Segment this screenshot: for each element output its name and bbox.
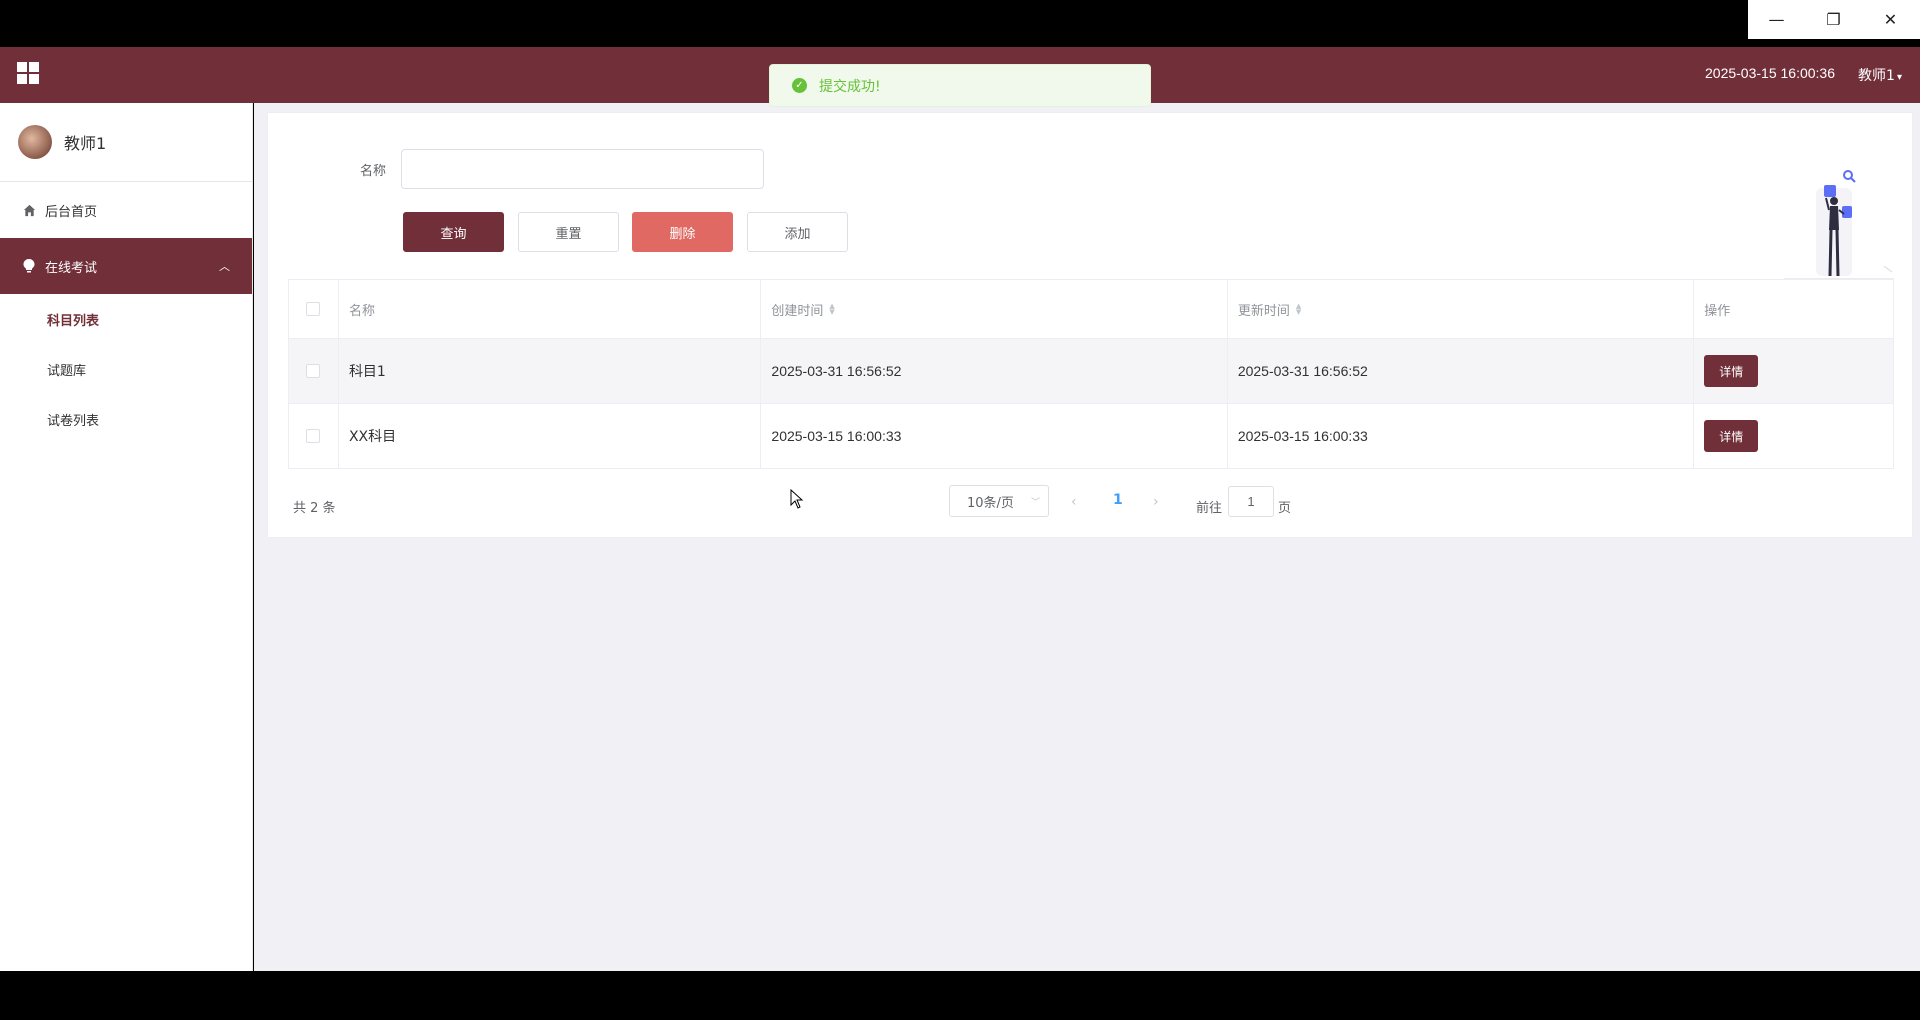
sidebar-username: 教师1 — [64, 134, 107, 153]
column-header-actions: 操作 — [1704, 303, 1731, 319]
sidebar-item-label: 后台首页 — [45, 204, 98, 220]
mouse-cursor-icon — [790, 489, 804, 509]
column-header-name: 名称 — [339, 280, 762, 338]
chevron-down-icon: ▾ — [1896, 72, 1902, 83]
content-card: 名称 查询 重置 删除 添加 名称 创建时间 ▲ ▼ 更新时间 ▲ ▼ 操作 科… — [267, 112, 1913, 538]
table-row[interactable]: XX科目 2025-03-15 16:00:33 2025-03-15 16:0… — [289, 404, 1893, 469]
goto-page-input[interactable] — [1228, 486, 1274, 517]
column-header-created[interactable]: 创建时间 ▲ ▼ — [761, 280, 1228, 338]
search-label: 名称 — [360, 164, 387, 179]
sidebar-user: 教师1 — [0, 103, 252, 182]
cell-updated: 2025-03-31 16:56:52 — [1228, 339, 1695, 403]
add-button[interactable]: 添加 — [747, 212, 848, 252]
header-datetime: 2025-03-15 16:00:36 — [1705, 65, 1835, 81]
cell-created: 2025-03-15 16:00:33 — [761, 404, 1228, 468]
cell-actions: 详情 — [1694, 404, 1893, 468]
goto-label: 前往 — [1196, 501, 1223, 516]
window-title-bar: — ❐ ✕ — [0, 0, 1920, 47]
table-header: 名称 创建时间 ▲ ▼ 更新时间 ▲ ▼ 操作 — [289, 280, 1893, 339]
goto-unit: 页 — [1278, 501, 1292, 516]
query-button[interactable]: 查询 — [403, 212, 504, 252]
row-checkbox-cell — [289, 404, 339, 468]
sidebar-item-home[interactable]: 后台首页 — [0, 182, 252, 238]
column-header-label: 更新时间 — [1237, 303, 1290, 319]
sort-icon[interactable]: ▲ ▼ — [1296, 303, 1301, 316]
sidebar-item-label: 在线考试 — [45, 260, 98, 276]
avatar — [18, 125, 52, 159]
cell-name: XX科目 — [339, 404, 762, 468]
delete-button[interactable]: 删除 — [632, 212, 733, 252]
row-checkbox[interactable] — [306, 429, 321, 443]
cell-actions: 详情 — [1694, 339, 1893, 403]
row-checkbox-cell — [289, 339, 339, 403]
next-page-button[interactable]: › — [1153, 494, 1159, 510]
column-header-label: 创建时间 — [771, 303, 824, 319]
minimize-button[interactable]: — — [1748, 0, 1805, 39]
sidebar-subitem-question-bank[interactable]: 试题库 — [0, 344, 252, 394]
restore-button[interactable]: ❐ — [1805, 0, 1862, 39]
reset-button[interactable]: 重置 — [518, 212, 619, 252]
sidebar-item-online-exam[interactable]: 在线考试 ︿ — [0, 238, 252, 294]
sidebar: 教师1 后台首页 在线考试 ︿ 科目列表 试题库 试卷列表 — [0, 103, 253, 971]
bottom-bar — [0, 971, 1920, 1020]
header-checkbox-cell — [289, 280, 339, 338]
chevron-up-icon: ︿ — [219, 260, 230, 273]
main-content: 名称 查询 重置 删除 添加 名称 创建时间 ▲ ▼ 更新时间 ▲ ▼ 操作 科… — [254, 103, 1920, 971]
name-search-input[interactable] — [401, 149, 764, 189]
detail-button[interactable]: 详情 — [1704, 355, 1759, 387]
sort-icon[interactable]: ▲ ▼ — [829, 303, 834, 316]
apps-grid-icon[interactable] — [17, 62, 39, 84]
cell-updated: 2025-03-15 16:00:33 — [1228, 404, 1695, 468]
pagination-total: 共 2 条 — [293, 501, 336, 516]
prev-page-button[interactable]: ‹ — [1071, 494, 1077, 510]
cell-name: 科目1 — [339, 339, 762, 403]
page-size-select[interactable]: 10条/页 ﹀ — [949, 485, 1049, 517]
column-header-updated[interactable]: 更新时间 ▲ ▼ — [1228, 280, 1695, 338]
detail-button[interactable]: 详情 — [1704, 420, 1759, 452]
chevron-down-icon: ﹀ — [1030, 498, 1040, 508]
user-menu[interactable]: 教师1 ▾ — [1858, 65, 1902, 85]
search-illustration — [1784, 170, 1894, 280]
table-row[interactable]: 科目1 2025-03-31 16:56:52 2025-03-31 16:56… — [289, 339, 1893, 404]
sidebar-subitem-paper-list[interactable]: 试卷列表 — [0, 394, 252, 444]
window-controls: — ❐ ✕ — [1748, 0, 1920, 39]
page-number-current[interactable]: 1 — [1113, 492, 1123, 508]
home-icon — [22, 203, 36, 217]
check-circle-icon: ✓ — [792, 78, 807, 93]
row-checkbox[interactable] — [306, 364, 321, 378]
bulb-icon — [22, 259, 36, 273]
subject-table: 名称 创建时间 ▲ ▼ 更新时间 ▲ ▼ 操作 科目1 2025-03-31 16:… — [288, 279, 1894, 469]
sidebar-subitem-subject-list[interactable]: 科目列表 — [0, 294, 252, 344]
cell-created: 2025-03-31 16:56:52 — [761, 339, 1228, 403]
select-all-checkbox[interactable] — [306, 302, 321, 316]
success-toast: ✓ 提交成功! — [769, 64, 1151, 107]
close-button[interactable]: ✕ — [1862, 0, 1919, 39]
user-menu-label: 教师1 — [1858, 68, 1895, 84]
toast-message: 提交成功! — [819, 78, 881, 95]
page-size-value: 10条/页 — [967, 495, 1014, 511]
